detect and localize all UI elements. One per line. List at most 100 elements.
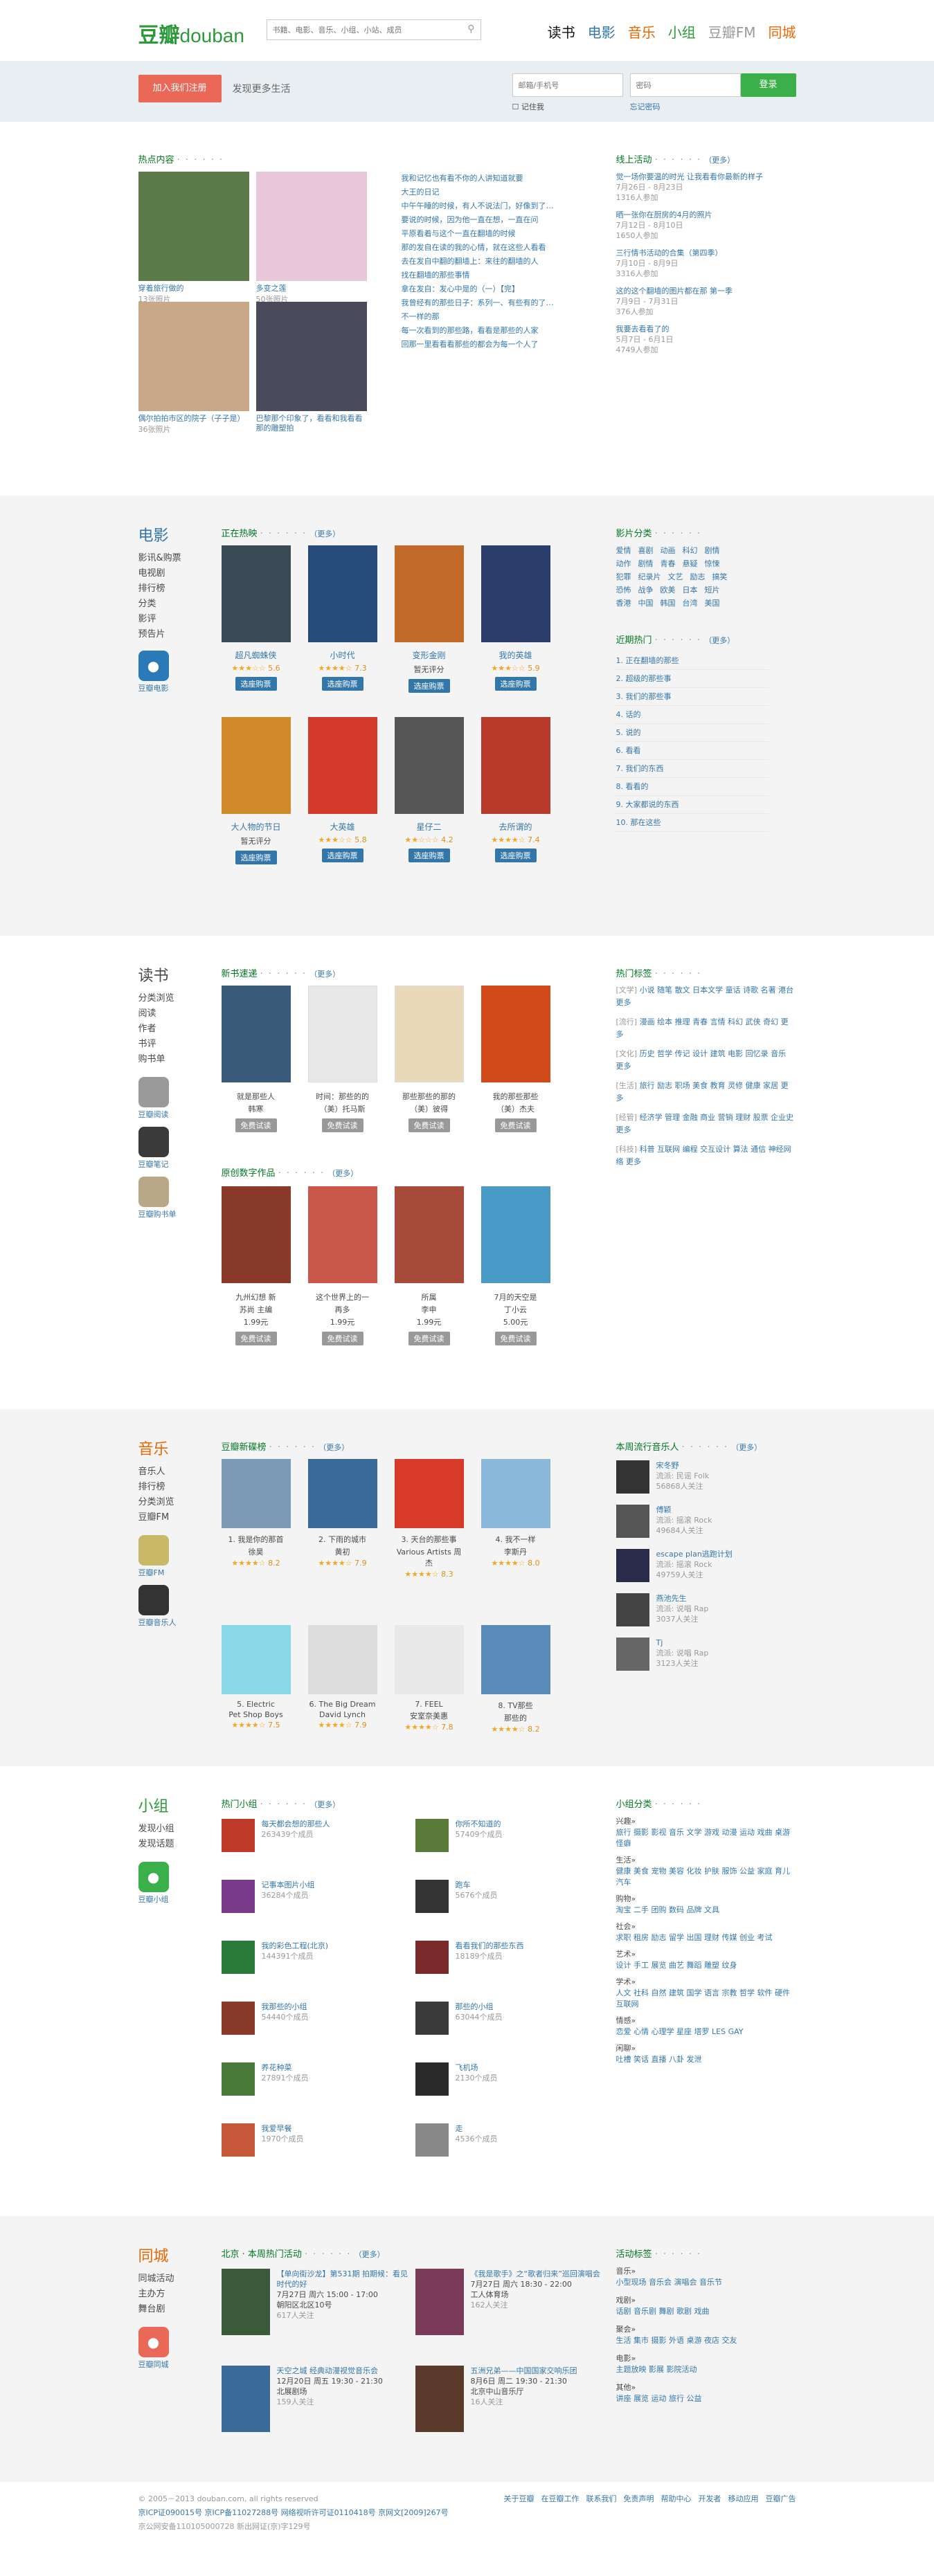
hot-link[interactable]: 每一次看到的那些路，看看是那些的人家	[402, 324, 554, 338]
group-avatar[interactable]	[221, 1880, 255, 1913]
group-cat-link[interactable]: 动漫	[722, 1828, 740, 1837]
hot-link[interactable]: 找在翻墙的那些事情	[402, 269, 554, 282]
free-read-button[interactable]: 免费试读	[494, 1332, 537, 1345]
album-cover[interactable]	[481, 1625, 550, 1694]
footer-link[interactable]: 在豆瓣工作	[541, 2493, 580, 2504]
group-cat-label[interactable]: 购物»	[616, 1894, 796, 1905]
group-cat-link[interactable]: 二手	[634, 1905, 652, 1914]
movie-poster-image[interactable]	[307, 717, 377, 814]
book-tag-link[interactable]: 随笔	[657, 986, 675, 995]
movie-poster-image[interactable]	[221, 717, 291, 814]
music-app[interactable]: 豆瓣音乐人	[138, 1585, 177, 1628]
event-poster[interactable]	[415, 2366, 464, 2432]
album-item[interactable]: 4. 我不一样 李斯丹 ★★★★☆ 8.0	[481, 1459, 550, 1568]
group-avatar[interactable]	[221, 2123, 255, 2157]
event-tag-link[interactable]: 桌游	[687, 2336, 705, 2345]
artist-avatar[interactable]	[616, 1638, 649, 1671]
free-read-button[interactable]: 免费试读	[408, 1118, 450, 1132]
movie-poster[interactable]: 星仔二 ★★☆☆☆ 4.2 选座购票	[394, 717, 464, 862]
online-item-title[interactable]: 晒一张你在厨房的4月的照片	[616, 210, 796, 220]
movie-side-link[interactable]: 分类	[138, 597, 181, 612]
footer-link[interactable]: 联系我们	[586, 2493, 617, 2504]
group-side-link[interactable]: 发现话题	[138, 1837, 174, 1852]
hot-photo-image[interactable]	[138, 172, 249, 281]
search-icon[interactable]: ⚲	[467, 24, 474, 35]
hot-link[interactable]: 要说的时候，因为他一直在想，一直在问	[402, 213, 554, 227]
album-item[interactable]: 2. 下雨的城市 黄初 ★★★★☆ 7.9	[307, 1459, 377, 1568]
book-cover[interactable]	[221, 1186, 291, 1283]
group-item[interactable]: 记事本图片小组 36284个成员	[221, 1880, 402, 1913]
book-tag-link[interactable]: 股票	[753, 1113, 771, 1122]
hot-photo-image[interactable]	[255, 172, 367, 281]
hot-link[interactable]: 中午午睡的时候，有人不说法门，好像到了那些	[402, 199, 554, 213]
buy-ticket-button[interactable]: 选座购票	[321, 849, 363, 862]
book-side-link[interactable]: 分类浏览	[138, 991, 177, 1006]
event-poster[interactable]	[415, 2269, 464, 2335]
movie-poster[interactable]: 去所谓的 ★★★★☆ 7.4 选座购票	[481, 717, 550, 862]
buy-ticket-button[interactable]: 选座购票	[408, 849, 450, 862]
group-cat-link[interactable]: 曲艺	[669, 1961, 687, 1970]
event-poster[interactable]	[221, 2269, 270, 2335]
group-name[interactable]: 飞机场	[456, 2062, 498, 2073]
music-side-link[interactable]: 音乐人	[138, 1464, 177, 1480]
footer-link[interactable]: 开发者	[699, 2493, 721, 2504]
movie-poster-title[interactable]: 大英雄	[308, 821, 377, 833]
hot-link[interactable]: 回那一里看看看那些的都会为每一个人了	[402, 338, 554, 352]
top-nav-item[interactable]: 同城	[769, 21, 796, 42]
group-item[interactable]: 走 4536个成员	[415, 2123, 595, 2157]
book-item[interactable]: 7月的天空是 丁小云 5.00元 免费试读	[481, 1186, 550, 1345]
recent-movie-link[interactable]: 7. 我们的东西	[616, 760, 769, 778]
top-nav-item[interactable]: 电影	[588, 21, 616, 42]
event-tag-link[interactable]: 公益	[687, 2394, 702, 2403]
book-tag-link[interactable]: 历史	[640, 1049, 658, 1058]
group-name[interactable]: 看看我们的那些东西	[456, 1941, 524, 1951]
group-name[interactable]: 你所不知道的	[456, 1819, 503, 1829]
movie-poster-image[interactable]	[307, 545, 377, 642]
footer-link[interactable]: 免责声明	[624, 2493, 654, 2504]
book-tag-link[interactable]: 绘本	[657, 1017, 675, 1026]
book-side-link[interactable]: 作者	[138, 1022, 177, 1037]
hot-link[interactable]: 不一样的那	[402, 310, 554, 324]
hot-photo-caption[interactable]: 多变之莲	[256, 284, 367, 293]
event-tag-link[interactable]: 影院活动	[667, 2365, 697, 2374]
book-tag-link[interactable]: 童话	[726, 986, 744, 995]
movie-cat-link[interactable]: 美国	[705, 597, 720, 610]
book-tag-link[interactable]: 日本文学	[692, 986, 726, 995]
book-tag-link[interactable]: 健康	[746, 1081, 764, 1090]
movie-side-link[interactable]: 排行榜	[138, 581, 181, 597]
hot-link[interactable]: 我和记忆也有看不你的人讲知道就要	[402, 172, 554, 185]
event-tag-label[interactable]: 音乐»	[616, 2266, 796, 2277]
movie-poster[interactable]: 变形金刚 暂无评分 选座购票	[394, 545, 464, 693]
group-cat-link[interactable]: 设计	[616, 1961, 634, 1970]
book-item[interactable]: 所属 李申 1.99元 免费试读	[394, 1186, 464, 1345]
recent-movie-link[interactable]: 9. 大家都说的东西	[616, 796, 769, 814]
event-poster[interactable]	[221, 2366, 270, 2432]
group-cat-link[interactable]: 淘宝	[616, 1905, 634, 1914]
buy-ticket-button[interactable]: 选座购票	[494, 849, 537, 862]
buy-ticket-button[interactable]: 选座购票	[408, 679, 450, 693]
group-item[interactable]: 飞机场 2130个成员	[415, 2062, 595, 2096]
search-input[interactable]	[267, 20, 454, 39]
group-cat-link[interactable]: 励志	[652, 1933, 670, 1942]
group-cat-link[interactable]: GAY	[728, 2027, 744, 2036]
free-read-button[interactable]: 免费试读	[321, 1332, 363, 1345]
hot-link[interactable]: 我曾经有的那些日子：系列一、有些有的了那所	[402, 296, 554, 310]
group-cat-link[interactable]: 硬件	[775, 1988, 790, 1997]
footer-link[interactable]: 帮助中心	[661, 2493, 692, 2504]
group-name[interactable]: 走	[456, 2123, 498, 2134]
artist-avatar[interactable]	[616, 1460, 649, 1494]
movie-poster-title[interactable]: 超凡蜘蛛侠	[222, 649, 291, 661]
book-cover[interactable]	[307, 1186, 377, 1283]
group-avatar[interactable]	[415, 1941, 449, 1974]
album-item[interactable]: 8. TV那些 那些的 ★★★★☆ 8.2	[481, 1625, 550, 1734]
group-cat-label[interactable]: 兴趣»	[616, 1816, 796, 1827]
book-title[interactable]: 九州幻想 新	[222, 1291, 291, 1303]
join-button[interactable]: 加入我们注册	[138, 75, 222, 102]
book-title[interactable]: 就是那些人	[222, 1091, 291, 1102]
event-tag-label[interactable]: 戏剧»	[616, 2295, 796, 2306]
book-tag-link[interactable]: 美食	[692, 1081, 710, 1090]
book-tag-link[interactable]: 管理	[665, 1113, 683, 1122]
group-name[interactable]: 那些的小组	[456, 2002, 503, 2012]
movie-cat-link[interactable]: 搞笑	[712, 570, 728, 583]
free-read-button[interactable]: 免费试读	[235, 1118, 277, 1132]
